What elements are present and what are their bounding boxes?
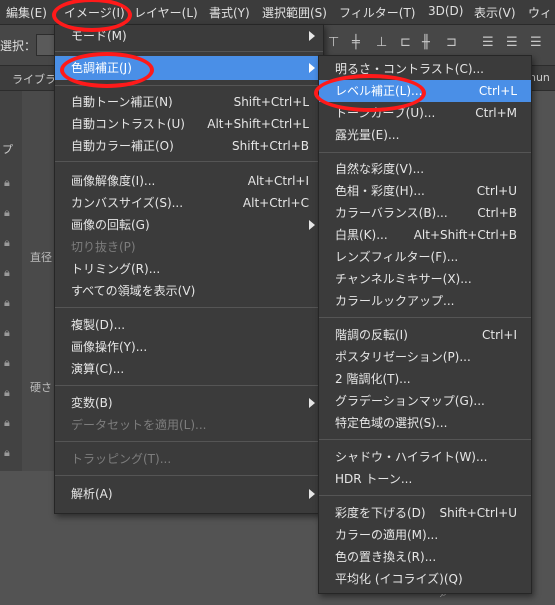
menu-item-exposure[interactable]: 露光量(E)...: [319, 124, 531, 146]
separator: [55, 307, 323, 308]
menu-item-brightness-contrast[interactable]: 明るさ・コントラスト(C)...: [319, 58, 531, 80]
align-right-icon[interactable]: ⊐: [446, 35, 457, 50]
menu-item-apply-data-set: データセットを適用(L)...: [71, 418, 207, 432]
menu-item-auto-color[interactable]: 自動カラー補正(O) Shift+Ctrl+B: [55, 135, 323, 157]
menu-item-channel-mixer[interactable]: チャンネルミキサー(X)...: [319, 268, 531, 290]
menu-item-photo-filter[interactable]: レンズフィルター(F)...: [319, 246, 531, 268]
menu-item-color-balance[interactable]: カラーバランス(B)... Ctrl+B: [319, 202, 531, 224]
distribute-center-icon[interactable]: ☰: [506, 35, 518, 50]
lock-icon: 🔒︎: [4, 206, 10, 219]
distribute-top-icon[interactable]: ☰: [482, 35, 494, 50]
distribute-bottom-icon[interactable]: ☰: [530, 35, 542, 50]
menu-item-invert[interactable]: 階調の反転(I) Ctrl+I: [319, 324, 531, 346]
diameter-label: 直径: [30, 251, 52, 264]
lock-icon: 🔒︎: [4, 236, 10, 249]
lock-icon: 🔒︎: [4, 386, 10, 399]
lock-icon: 🔒︎: [4, 326, 10, 339]
separator: [319, 152, 531, 153]
menu-item-image-rotation[interactable]: 画像の回転(G): [55, 214, 323, 236]
menu-item-threshold[interactable]: 2 階調化(T)...: [319, 368, 531, 390]
lock-icon: 🔒︎: [4, 266, 10, 279]
separator: [55, 85, 323, 86]
lock-icon: 🔒︎: [4, 176, 10, 189]
menu-item-curves[interactable]: トーンカーブ(U)... Ctrl+M: [319, 102, 531, 124]
align-left-icon[interactable]: ⊏: [400, 35, 411, 50]
menu-layer[interactable]: レイヤー(L): [134, 4, 198, 21]
menu-filter[interactable]: フィルター(T): [339, 4, 415, 21]
align-vcenter-icon[interactable]: ╪: [352, 35, 360, 50]
submenu-arrow-icon: [309, 63, 315, 73]
menu-item-mode[interactable]: モード(M): [55, 25, 323, 47]
menu-item-desaturate[interactable]: 彩度を下げる(D) Shift+Ctrl+U: [319, 502, 531, 524]
menu-item-auto-contrast[interactable]: 自動コントラスト(U) Alt+Shift+Ctrl+L: [55, 113, 323, 135]
separator: [55, 441, 323, 442]
separator: [319, 495, 531, 496]
menu-item-hue-saturation[interactable]: 色相・彩度(H)... Ctrl+U: [319, 180, 531, 202]
adjustments-submenu: 明るさ・コントラスト(C)... レベル補正(L)... Ctrl+L トーンカー…: [318, 55, 532, 594]
menu-item-apply-image[interactable]: 画像操作(Y)...: [55, 336, 323, 358]
menu-item-duplicate[interactable]: 複製(D)...: [55, 314, 323, 336]
layers-panel-strip: プ 🔒︎ 🔒︎ 🔒︎ 🔒︎ 🔒︎ 🔒︎ 🔒︎ 🔒︎ 🔒︎ 🔒︎: [0, 91, 23, 471]
menu-item-reveal-all[interactable]: すべての領域を表示(V): [55, 280, 323, 302]
menu-item-replace-color[interactable]: 色の置き換え(R)...: [319, 546, 531, 568]
align-bottom-icon[interactable]: ⊥: [376, 35, 387, 50]
brush-panel-strip: 直径 硬さ: [22, 91, 54, 471]
submenu-arrow-icon: [309, 31, 315, 41]
menu-edit[interactable]: 編集(E): [6, 4, 47, 21]
libraries-tab[interactable]: ライブラ: [12, 71, 56, 87]
menu-item-levels[interactable]: レベル補正(L)... Ctrl+L: [319, 80, 531, 102]
menu-item-color-lookup[interactable]: カラールックアップ...: [319, 290, 531, 312]
menu-item-crop: 切り抜き(P): [71, 240, 136, 254]
menu-item-selective-color[interactable]: 特定色域の選択(S)...: [319, 412, 531, 434]
menu-item-trap: トラッピング(T)...: [71, 452, 172, 466]
menu-item-equalize[interactable]: 平均化 (イコライズ)(Q): [319, 568, 531, 590]
options-dropdown[interactable]: [36, 34, 56, 56]
panel-label: プ: [2, 143, 13, 156]
menu-item-vibrance[interactable]: 自然な彩度(V)...: [319, 158, 531, 180]
menu-item-canvas-size[interactable]: カンバスサイズ(S)... Alt+Ctrl+C: [55, 192, 323, 214]
separator: [55, 161, 323, 162]
lock-icon: 🔒︎: [4, 446, 10, 459]
separator: [55, 385, 323, 386]
submenu-arrow-icon: [309, 220, 315, 230]
menu-bar: 編集(E) イメージ(I) レイヤー(L) 書式(Y) 選択範囲(S) フィルタ…: [0, 0, 555, 25]
menu-select[interactable]: 選択範囲(S): [262, 4, 327, 21]
hardness-label: 硬さ: [30, 381, 52, 394]
menu-item-trim[interactable]: トリミング(R)...: [55, 258, 323, 280]
separator: [319, 317, 531, 318]
options-select-label: 選択：: [0, 39, 37, 53]
menu-item-variables[interactable]: 変数(B): [55, 392, 323, 414]
menu-type[interactable]: 書式(Y): [209, 4, 250, 21]
submenu-arrow-icon: [309, 489, 315, 499]
menu-item-image-size[interactable]: 画像解像度(I)... Alt+Ctrl+I: [55, 170, 323, 192]
menu-item-gradient-map[interactable]: グラデーションマップ(G)...: [319, 390, 531, 412]
menu-view[interactable]: 表示(V): [474, 4, 516, 21]
menu-item-posterize[interactable]: ポスタリゼーション(P)...: [319, 346, 531, 368]
lock-icon: 🔒︎: [4, 356, 10, 369]
lock-icon: 🔒︎: [4, 416, 10, 429]
separator: [55, 475, 323, 476]
menu-item-hdr-toning[interactable]: HDR トーン...: [319, 468, 531, 490]
menu-window[interactable]: ウィ: [528, 4, 552, 21]
submenu-arrow-icon: [309, 398, 315, 408]
menu-image[interactable]: イメージ(I): [64, 4, 125, 21]
menu-item-auto-tone[interactable]: 自動トーン補正(N) Shift+Ctrl+L: [55, 91, 323, 113]
menu-item-shadows-highlights[interactable]: シャドウ・ハイライト(W)...: [319, 446, 531, 468]
lock-icon: 🔒︎: [4, 296, 10, 309]
separator: [319, 439, 531, 440]
image-menu: モード(M) 色調補正(J) 自動トーン補正(N) Shift+Ctrl+L 自動…: [54, 24, 324, 514]
menu-item-black-white[interactable]: 白黒(K)... Alt+Shift+Ctrl+B: [319, 224, 531, 246]
menu-item-adjustments[interactable]: 色調補正(J): [55, 56, 323, 80]
align-hcenter-icon[interactable]: ╫: [422, 35, 430, 50]
menu-3d[interactable]: 3D(D): [428, 4, 463, 18]
align-top-icon[interactable]: ⊤: [328, 35, 339, 50]
menu-item-analysis[interactable]: 解析(A): [55, 483, 323, 505]
menu-item-calculations[interactable]: 演算(C)...: [55, 358, 323, 380]
menu-item-match-color[interactable]: カラーの適用(M)...: [319, 524, 531, 546]
separator: [55, 51, 323, 52]
